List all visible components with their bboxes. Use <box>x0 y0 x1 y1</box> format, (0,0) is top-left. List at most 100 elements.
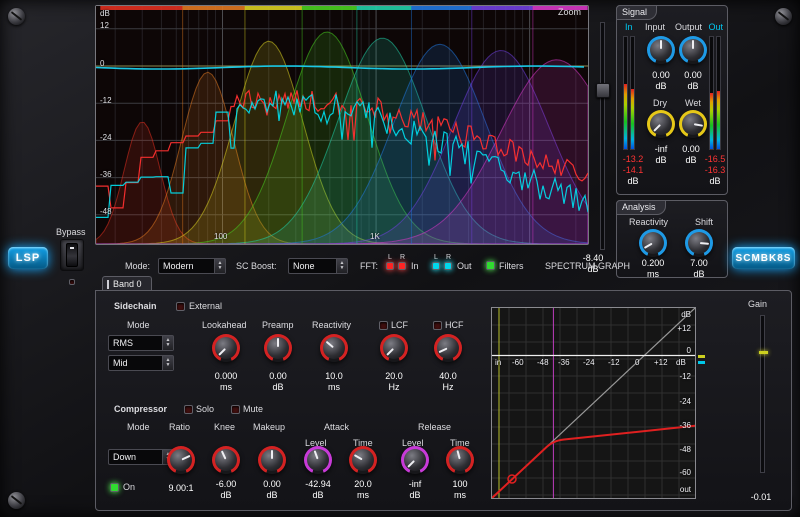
curve-v-axis-label: -12 <box>679 372 691 381</box>
filters-checkbox[interactable] <box>486 261 495 270</box>
curve-v-axis-label: -36 <box>679 421 691 430</box>
output-gain-knob[interactable] <box>679 36 707 64</box>
wet-knob[interactable] <box>679 110 707 138</box>
analysis-reactivity-knob[interactable] <box>639 229 667 257</box>
release-level-knob[interactable] <box>401 446 429 474</box>
compressor-title: Compressor <box>114 404 167 415</box>
input-label: Input <box>645 22 665 33</box>
dry-label: Dry <box>653 98 667 109</box>
external-label: External <box>189 301 222 312</box>
makeup-knob[interactable] <box>258 446 286 474</box>
curve-h-axis-label: -48 <box>537 358 549 367</box>
curve-h-axis-label: 0 <box>635 358 639 367</box>
comp-on-label: On <box>123 482 135 493</box>
attack-level-knob[interactable] <box>304 446 332 474</box>
bypass-switch[interactable] <box>60 239 84 271</box>
hcf-knob[interactable] <box>434 334 462 362</box>
comp-on-checkbox[interactable] <box>110 483 119 492</box>
external-checkbox[interactable] <box>176 302 185 311</box>
zoom-slider-handle[interactable] <box>596 83 610 98</box>
sc-reactivity-knob[interactable] <box>320 334 348 362</box>
fft-out-r-checkbox[interactable] <box>444 262 452 270</box>
fft-in-l-checkbox[interactable] <box>386 262 394 270</box>
fft-in-r-checkbox[interactable] <box>398 262 406 270</box>
output-label: Output <box>675 22 702 33</box>
makeup-label: Makeup <box>253 422 285 433</box>
shift-label: Shift <box>695 217 713 228</box>
spectrum-unit-label: dB <box>100 9 110 18</box>
hcf-value: 40.0Hz <box>426 371 470 393</box>
comp-mode-select[interactable]: Down ▲▼ <box>108 449 174 465</box>
curve-v-axis-label: dB <box>681 310 691 319</box>
solo-checkbox[interactable] <box>184 405 193 414</box>
output-meter-left <box>709 36 714 150</box>
combo-arrows-icon[interactable]: ▲▼ <box>214 259 225 273</box>
attack-level-value: -42.94dB <box>296 479 340 501</box>
band-panel: Sidechain External Mode Lookahead Preamp… <box>95 290 792 511</box>
attack-time-knob[interactable] <box>349 446 377 474</box>
wet-level-marker-icon <box>698 361 705 364</box>
gain-meter-value: -0.01 <box>736 492 786 503</box>
knee-knob[interactable] <box>212 446 240 474</box>
shift-knob[interactable] <box>685 229 713 257</box>
knee-label: Knee <box>214 422 235 433</box>
lookahead-value: 0.000ms <box>204 371 248 393</box>
screw-icon <box>8 8 25 25</box>
lookahead-knob[interactable] <box>212 334 240 362</box>
combo-arrows-icon[interactable]: ▲▼ <box>162 336 173 350</box>
solo-label: Solo <box>196 404 214 415</box>
band-tab-marker-icon <box>107 280 109 289</box>
curve-h-axis-label: in <box>495 358 501 367</box>
curve-h-axis-label: +12 <box>654 358 668 367</box>
gain-meter-mark-icon <box>759 351 768 354</box>
spectrum-plot <box>96 6 588 244</box>
lsp-logo[interactable]: LSP <box>8 247 48 269</box>
analysis-panel: Analysis Reactivity Shift 0.200ms 7.00dB <box>616 200 728 278</box>
mode-select-value: Modern <box>159 259 214 273</box>
mode-label: Mode: <box>125 261 150 272</box>
combo-arrows-icon[interactable]: ▲▼ <box>162 356 173 370</box>
release-time-value: 100ms <box>438 479 482 501</box>
output-gain-value: 0.00dB <box>671 70 715 92</box>
sc-mode-select[interactable]: RMS ▲▼ <box>108 335 174 351</box>
hcf-checkbox[interactable] <box>433 321 442 330</box>
signal-panel-title: Signal <box>616 5 657 20</box>
output-meter-readout: -16.5 -16.3 dB <box>701 154 729 187</box>
output-meter-right <box>716 36 721 150</box>
ratio-knob[interactable] <box>167 446 195 474</box>
mode-select[interactable]: Modern ▲▼ <box>158 258 226 274</box>
gain-meter <box>760 315 765 473</box>
input-gain-knob[interactable] <box>647 36 675 64</box>
curve-v-axis-label: out <box>680 485 691 494</box>
gain-curve-plot <box>492 308 695 498</box>
zoom-slider[interactable] <box>600 22 605 250</box>
dry-level-marker-icon <box>698 355 705 358</box>
band-tab[interactable]: Band 0 <box>102 276 152 291</box>
sidechain-title: Sidechain <box>114 301 157 312</box>
curve-v-axis-label: -60 <box>679 468 691 477</box>
sc-boost-select[interactable]: None ▲▼ <box>288 258 348 274</box>
fft-out-l-checkbox[interactable] <box>432 262 440 270</box>
lcf-checkbox[interactable] <box>379 321 388 330</box>
spectrum-graph[interactable]: dB 12 0 -12 -24 -36 -48 100 1K <box>95 5 589 245</box>
dry-knob[interactable] <box>647 110 675 138</box>
spectrum-ytick: -12 <box>100 96 112 105</box>
sc-reactivity-label: Reactivity <box>312 320 351 331</box>
release-time-knob[interactable] <box>446 446 474 474</box>
zoom-label: Zoom <box>558 7 581 18</box>
out-label: Out <box>708 22 723 33</box>
sc-mode-label: Mode <box>127 320 150 331</box>
lcf-knob[interactable] <box>380 334 408 362</box>
analysis-panel-title: Analysis <box>616 200 666 215</box>
band-tab-label: Band 0 <box>113 279 142 289</box>
gain-label: Gain <box>748 299 767 310</box>
spectrum-ytick: 0 <box>100 59 104 68</box>
combo-arrows-icon[interactable]: ▲▼ <box>336 259 347 273</box>
screw-icon <box>775 8 792 25</box>
release-level-value: -infdB <box>393 479 437 501</box>
model-badge: SCMBK8S <box>732 247 795 269</box>
preamp-knob[interactable] <box>264 334 292 362</box>
curve-h-axis-label: -12 <box>608 358 620 367</box>
mute-checkbox[interactable] <box>231 405 240 414</box>
sc-source-select[interactable]: Mid ▲▼ <box>108 355 174 371</box>
